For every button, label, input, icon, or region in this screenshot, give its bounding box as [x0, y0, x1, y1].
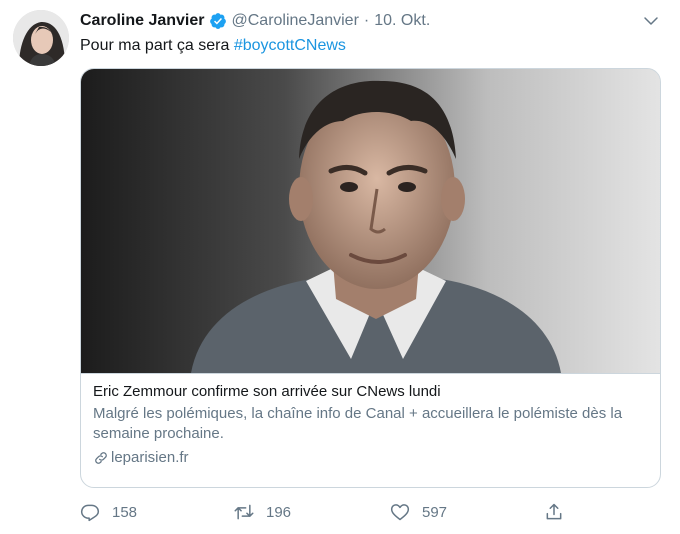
card-domain: leparisien.fr	[93, 448, 648, 468]
tweet: Caroline Janvier @CarolineJanvier · 10. …	[0, 0, 680, 534]
retweet-icon	[234, 504, 254, 520]
tweet-text-body: Pour ma part ça sera	[80, 37, 234, 54]
like-button[interactable]: 597	[390, 500, 447, 524]
tweet-header: Caroline Janvier @CarolineJanvier · 10. …	[80, 10, 660, 32]
card-domain-text: leparisien.fr	[111, 449, 189, 466]
card-title: Eric Zemmour confirme son arrivée sur CN…	[93, 383, 441, 400]
separator-dot: ·	[363, 12, 370, 29]
card-body: Eric Zemmour confirme son arrivée sur CN…	[81, 373, 660, 487]
reply-button[interactable]: 158	[80, 500, 137, 524]
retweet-count: 196	[266, 503, 292, 521]
avatar[interactable]	[13, 10, 69, 66]
author-handle[interactable]: @CarolineJanvier	[232, 12, 359, 30]
tweet-text: Pour ma part ça sera #boycottCNews	[80, 35, 346, 57]
reply-icon	[80, 504, 100, 522]
chevron-down-icon[interactable]	[642, 12, 660, 30]
verified-badge-icon	[209, 13, 226, 29]
hashtag-link[interactable]: #boycottCNews	[234, 37, 346, 54]
reply-count: 158	[112, 503, 138, 521]
card-description: Malgré les polémiques, la chaîne info de…	[93, 405, 623, 442]
link-icon	[95, 452, 107, 464]
card-image	[81, 69, 660, 373]
share-button[interactable]	[544, 500, 576, 524]
retweet-button[interactable]: 196	[234, 500, 291, 524]
share-icon	[546, 503, 562, 520]
action-bar: 158 196 597	[80, 500, 580, 524]
like-icon	[390, 504, 410, 521]
link-card[interactable]: Eric Zemmour confirme son arrivée sur CN…	[80, 68, 661, 488]
tweet-date[interactable]: 10. Okt.	[374, 12, 430, 30]
like-count: 597	[422, 503, 448, 521]
author-name[interactable]: Caroline Janvier	[80, 12, 205, 30]
